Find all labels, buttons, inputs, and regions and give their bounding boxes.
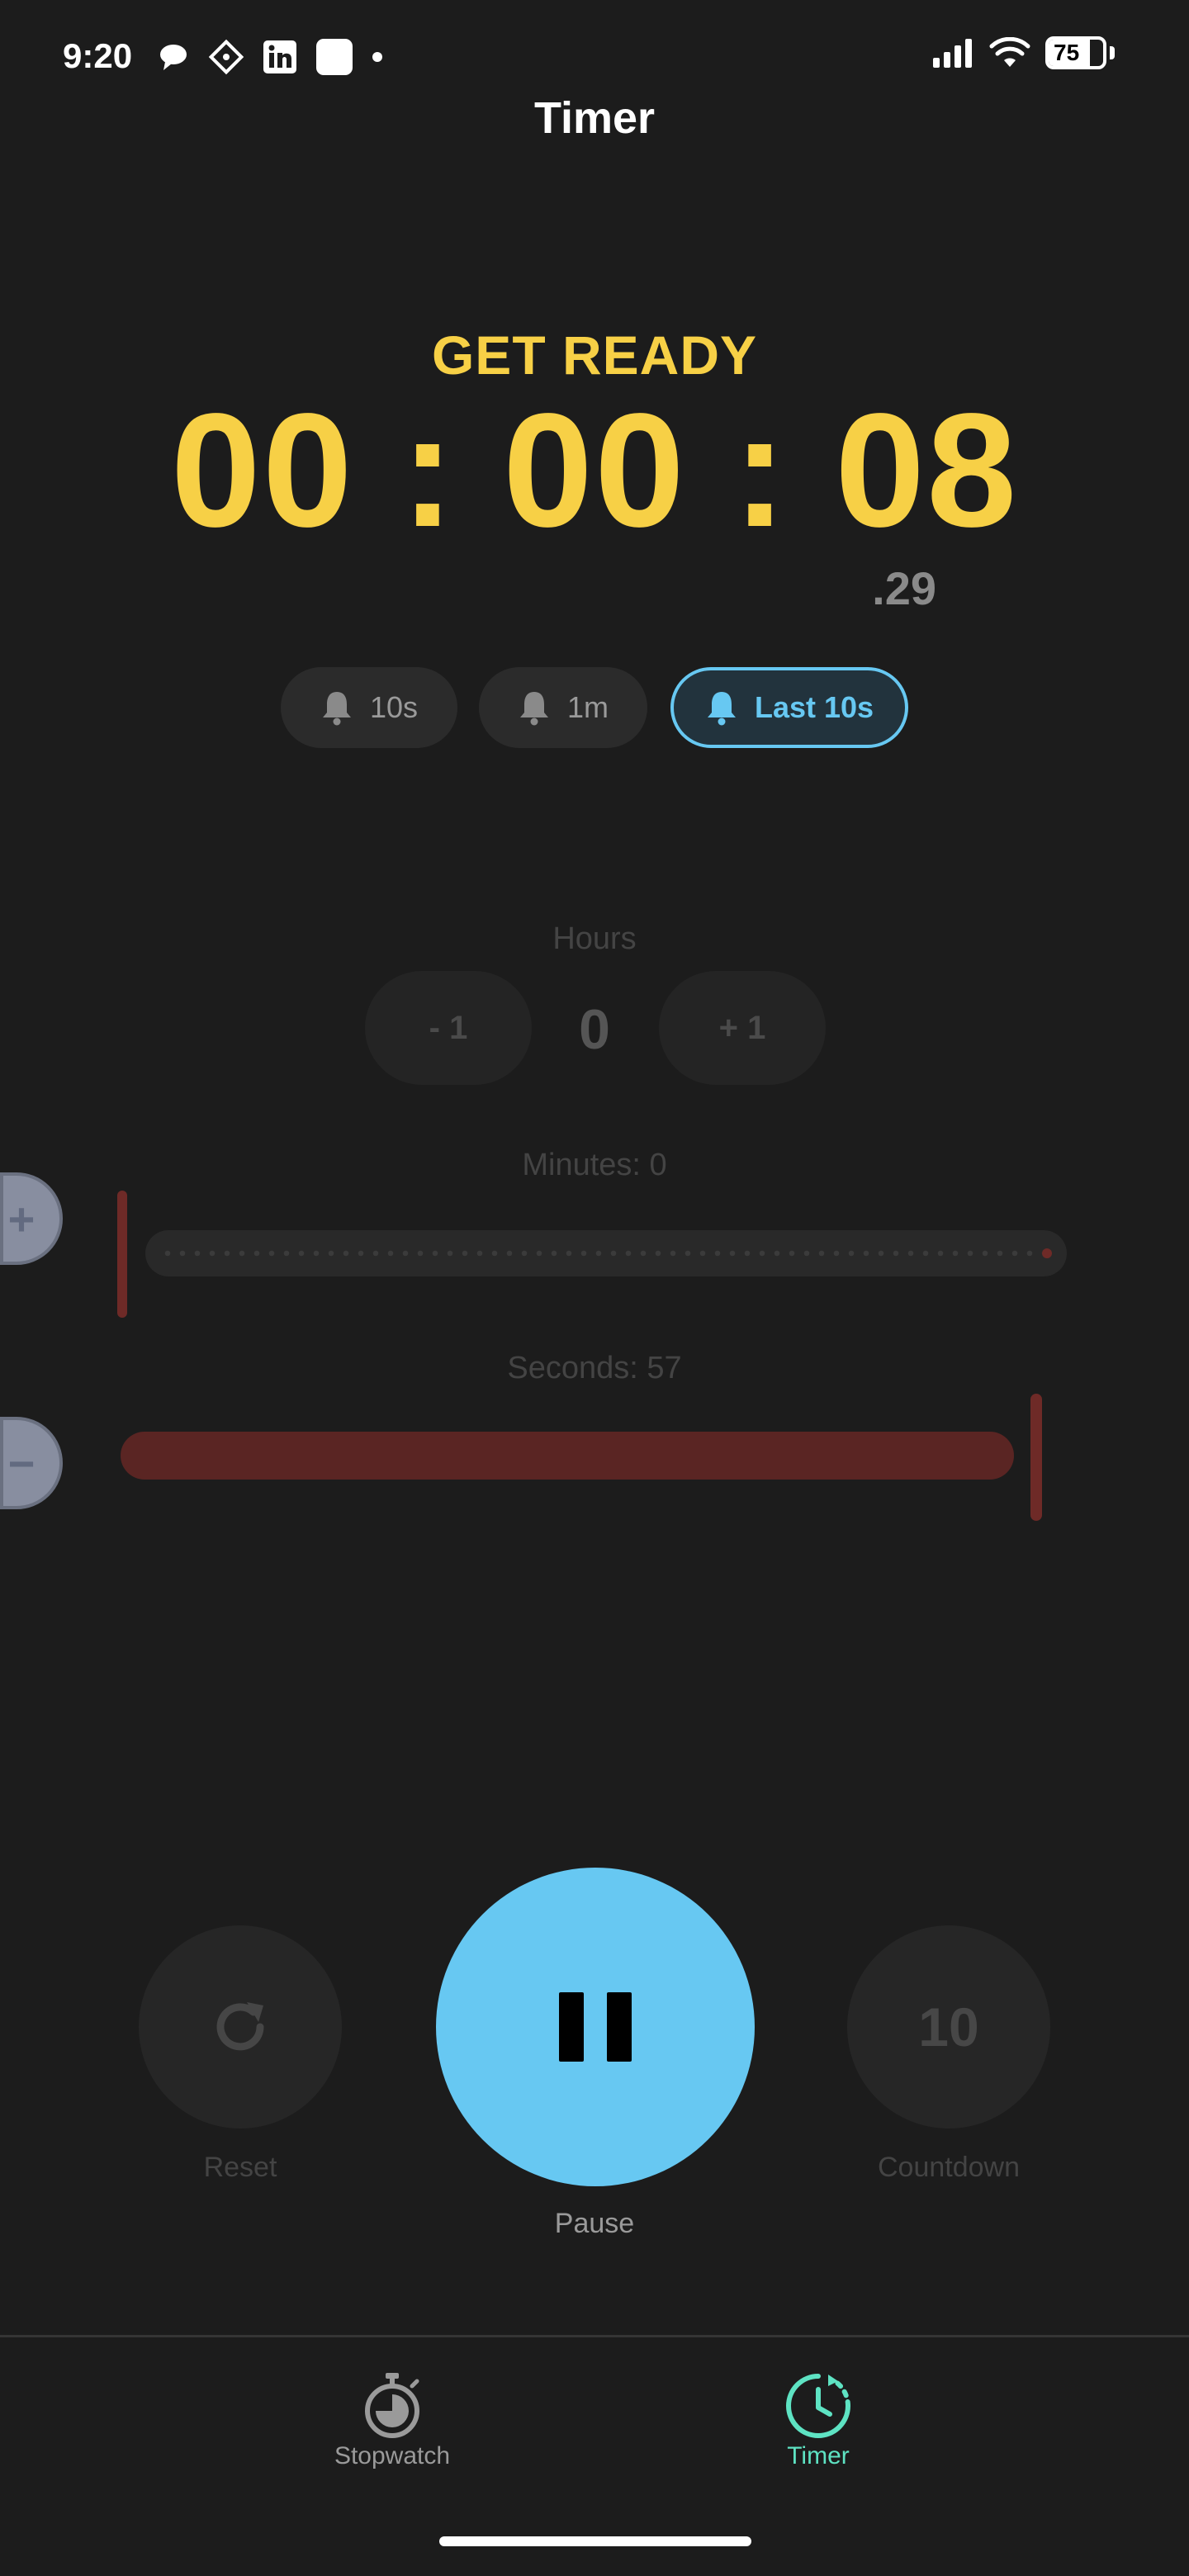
bell-icon <box>519 692 548 726</box>
chat-bubble-icon <box>160 45 187 70</box>
diamond-icon <box>208 39 244 75</box>
page-title: Timer <box>533 93 656 143</box>
nav-label-stopwatch: Stopwatch <box>334 2442 451 2469</box>
bell-icon <box>707 692 736 726</box>
reset-label: Reset <box>203 2152 277 2183</box>
bottom-nav-divider <box>0 2335 1189 2337</box>
seconds-slider[interactable] <box>121 1432 1014 1480</box>
minutes-slider-thumb[interactable] <box>117 1191 127 1318</box>
alert-chip-label: Last 10s <box>754 690 874 724</box>
alert-chip-last-10s[interactable]: Last 10s <box>670 667 908 748</box>
minutes-slider-end-dot <box>1042 1248 1052 1258</box>
alert-chip-1m[interactable]: 1m <box>479 667 647 748</box>
minutes-label: Minutes: 0 <box>522 1148 667 1182</box>
minutes-slider-ticks <box>160 1250 1042 1257</box>
status-notification-icons <box>157 38 383 76</box>
countdown-button[interactable]: 10 <box>847 1925 1050 2129</box>
home-indicator[interactable] <box>439 2536 751 2546</box>
reset-icon <box>216 2002 264 2051</box>
countdown-label: Countdown <box>877 2152 1020 2183</box>
hours-plus-button[interactable]: + 1 <box>659 971 826 1085</box>
wifi-icon <box>989 37 1030 67</box>
battery-tip <box>1110 46 1115 59</box>
app-square-icon <box>316 39 353 75</box>
stopwatch-icon <box>365 2373 419 2438</box>
nav-item-timer[interactable]: Timer <box>719 2371 917 2470</box>
pause-icon-right <box>607 1992 632 2062</box>
timer-hundredths: .29 <box>872 562 936 614</box>
hours-value: 0 <box>579 998 610 1061</box>
timer-display: 00 : 00 : 08 <box>170 380 1019 561</box>
seconds-slider-thumb[interactable] <box>1030 1394 1042 1521</box>
hours-label: Hours <box>552 921 637 956</box>
pause-button[interactable] <box>436 1868 755 2186</box>
bell-icon <box>322 692 351 726</box>
seconds-label: Seconds: 57 <box>507 1351 682 1385</box>
countdown-value: 10 <box>918 1996 979 2057</box>
alert-chip-10s[interactable]: 10s <box>281 667 457 748</box>
nav-label-timer: Timer <box>787 2442 850 2469</box>
linkedin-icon <box>263 40 296 73</box>
increase-side-button[interactable]: + <box>0 1172 63 1265</box>
nav-item-stopwatch[interactable]: Stopwatch <box>293 2371 491 2470</box>
alert-chip-label: 10s <box>369 690 419 724</box>
battery-icon: 75 <box>1045 36 1106 69</box>
timer-state-label: GET READY <box>431 324 758 386</box>
minus-icon: − <box>7 1437 36 1489</box>
hours-minus-button[interactable]: - 1 <box>365 971 532 1085</box>
status-system-icons: 75 <box>931 36 1115 69</box>
minutes-slider[interactable] <box>145 1230 1067 1276</box>
plus-icon: + <box>7 1192 36 1245</box>
alert-chip-label: 1m <box>566 690 609 724</box>
pause-label: Pause <box>554 2208 635 2239</box>
battery-level: 75 <box>1054 40 1080 65</box>
timer-icon <box>786 2374 851 2438</box>
pause-icon-left <box>559 1992 584 2062</box>
status-time: 9:20 <box>63 36 133 75</box>
dot-icon <box>372 52 382 62</box>
reset-button[interactable] <box>139 1925 342 2129</box>
decrease-side-button[interactable]: − <box>0 1417 63 1509</box>
signal-icon <box>933 39 972 68</box>
